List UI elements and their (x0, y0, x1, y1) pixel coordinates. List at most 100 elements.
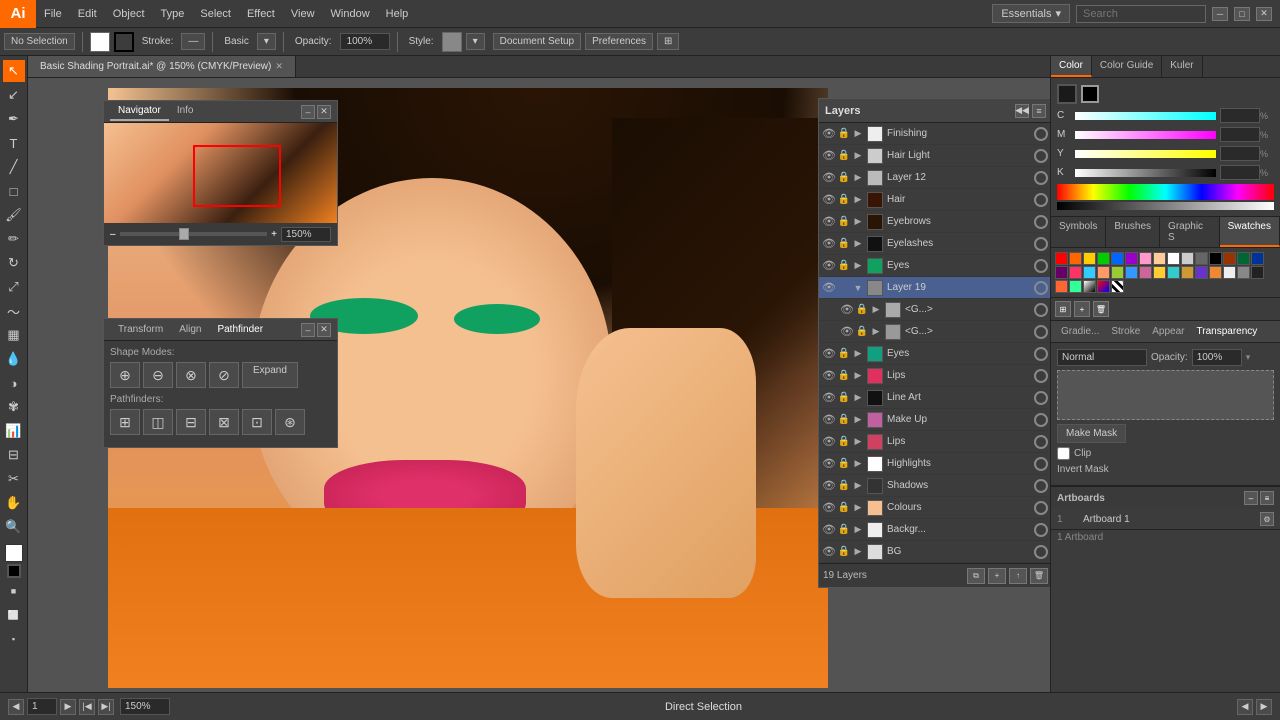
layer-expand-g2[interactable]: ▶ (869, 326, 883, 337)
stroke-value[interactable]: — (181, 33, 205, 50)
layer-target-layer12[interactable] (1034, 171, 1048, 185)
layer-expand-hairlight[interactable]: ▶ (851, 150, 865, 161)
tab-kuler[interactable]: Kuler (1162, 56, 1202, 77)
layer-expand-lips2[interactable]: ▶ (851, 436, 865, 447)
layer-vis-shadows[interactable]: 👁 (821, 479, 837, 492)
paint-brush-tool[interactable]: 🖌 (3, 204, 25, 226)
select-tool[interactable]: ↖ (3, 60, 25, 82)
layer-lock-makeup[interactable]: 🔒 (837, 414, 851, 425)
layer-expand-shadows[interactable]: ▶ (851, 480, 865, 491)
tab-brushes[interactable]: Brushes (1106, 217, 1160, 247)
zoom-slider-handle[interactable] (179, 228, 189, 240)
layer-row-lips[interactable]: 👁 🔒 ▶ Lips (819, 365, 1050, 387)
layer-target-lips[interactable] (1034, 369, 1048, 383)
arrange-button[interactable]: ⊞ (657, 33, 679, 50)
layer-lock-eyes[interactable]: 🔒 (837, 260, 851, 271)
c-slider[interactable] (1075, 112, 1216, 120)
tab-appear[interactable]: Appear (1146, 323, 1190, 340)
swatch-nearblack[interactable] (1251, 266, 1264, 279)
clip-checkbox[interactable] (1057, 447, 1070, 460)
stroke-color-swatch[interactable] (1081, 85, 1099, 103)
swatch-green[interactable] (1097, 252, 1110, 265)
layer-vis-lineart[interactable]: 👁 (821, 391, 837, 404)
menu-select[interactable]: Select (192, 0, 239, 27)
color-mode[interactable]: ■ (3, 580, 25, 602)
swatch-amber[interactable] (1181, 266, 1194, 279)
layer-row-lips2[interactable]: 👁 🔒 ▶ Lips (819, 431, 1050, 453)
layer-target-finishing[interactable] (1034, 127, 1048, 141)
screen-mode-2[interactable]: ▪ (3, 628, 25, 650)
line-tool[interactable]: ╱ (3, 156, 25, 178)
swatch-red[interactable] (1055, 252, 1068, 265)
tab-transform[interactable]: Transform (110, 321, 171, 338)
swatch-pink[interactable] (1139, 252, 1152, 265)
layer-expand-eyebrows[interactable]: ▶ (851, 216, 865, 227)
layer-expand-colours[interactable]: ▶ (851, 502, 865, 513)
layer-vis-g1[interactable]: 👁 (839, 303, 855, 316)
layer-target-colours[interactable] (1034, 501, 1048, 515)
tab-navigator[interactable]: Navigator (110, 102, 169, 121)
swatch-skyblue[interactable] (1125, 266, 1138, 279)
layer-vis-layer19[interactable]: 👁 (821, 281, 837, 294)
layer-vis-makeup[interactable]: 👁 (821, 413, 837, 426)
delete-layer-button[interactable]: 🗑 (1030, 568, 1048, 584)
m-input[interactable] (1220, 127, 1260, 142)
zoom-input[interactable] (281, 227, 331, 242)
swatch-gray[interactable] (1237, 266, 1250, 279)
swatch-offwhite[interactable] (1223, 266, 1236, 279)
scale-tool[interactable]: ⤢ (3, 276, 25, 298)
layer-expand-bg[interactable]: ▶ (851, 546, 865, 557)
unite-button[interactable]: ⊕ (110, 362, 140, 388)
layer-row-layer19[interactable]: 👁 ▼ Layer 19 (819, 277, 1050, 299)
last-page-button[interactable]: ▶| (98, 699, 114, 715)
zoom-tool[interactable]: 🔍 (3, 516, 25, 538)
tab-pathfinder[interactable]: Pathfinder (209, 321, 271, 338)
layers-menu-button[interactable]: ≡ (1032, 104, 1046, 118)
swatch-gold[interactable] (1153, 266, 1166, 279)
exclude-button[interactable]: ⊘ (209, 362, 239, 388)
symbol-tool[interactable]: ✾ (3, 396, 25, 418)
layer-vis-lips2[interactable]: 👁 (821, 435, 837, 448)
canvas-content[interactable]: Navigator Info – ✕ – (28, 78, 1050, 692)
swatch-lime[interactable] (1111, 266, 1124, 279)
layer-lock-lineart[interactable]: 🔒 (837, 392, 851, 403)
layer-expand-layer19[interactable]: ▼ (851, 283, 865, 293)
trim-button[interactable]: ◫ (143, 409, 173, 435)
layer-target-highlights[interactable] (1034, 457, 1048, 471)
tab-color[interactable]: Color (1051, 56, 1092, 77)
layer-expand-highlights[interactable]: ▶ (851, 458, 865, 469)
swatch-navy[interactable] (1251, 252, 1264, 265)
close-button[interactable]: ✕ (1256, 7, 1272, 21)
minus-back-button[interactable]: ⊛ (275, 409, 305, 435)
tab-symbols[interactable]: Symbols (1051, 217, 1106, 247)
shape-tool[interactable]: □ (3, 180, 25, 202)
layer-expand-g1[interactable]: ▶ (869, 304, 883, 315)
prev-page-button[interactable]: ◀ (8, 699, 24, 715)
stroke-indicator[interactable] (114, 32, 134, 52)
swatch-darkgreen[interactable] (1237, 252, 1250, 265)
swatch-rose[interactable] (1139, 266, 1152, 279)
layer-expand-hair[interactable]: ▶ (851, 194, 865, 205)
layer-target-eyes[interactable] (1034, 259, 1048, 273)
layer-row-colours[interactable]: 👁 🔒 ▶ Colours (819, 497, 1050, 519)
stroke-color[interactable] (7, 564, 21, 578)
type-tool[interactable]: T (3, 132, 25, 154)
layer-row-lineart[interactable]: 👁 🔒 ▶ Line Art (819, 387, 1050, 409)
next-page-button[interactable]: ▶ (60, 699, 76, 715)
minus-front-button[interactable]: ⊖ (143, 362, 173, 388)
layer-target-eyes2[interactable] (1034, 347, 1048, 361)
layer-vis-eyes2[interactable]: 👁 (821, 347, 837, 360)
layer-lock-shadows[interactable]: 🔒 (837, 480, 851, 491)
layer-target-eyelashes[interactable] (1034, 237, 1048, 251)
direct-select-tool[interactable]: ↙ (3, 84, 25, 106)
swatch-darkpurple[interactable] (1055, 266, 1068, 279)
maximize-button[interactable]: □ (1234, 7, 1250, 21)
make-mask-button[interactable]: Make Mask (1057, 424, 1126, 443)
artboard-settings-icon[interactable]: ⚙ (1260, 512, 1274, 526)
gray-spectrum[interactable] (1057, 202, 1274, 210)
tab-stroke[interactable]: Stroke (1105, 323, 1146, 340)
layer-lock-backgr[interactable]: 🔒 (837, 524, 851, 535)
layer-lock-hair[interactable]: 🔒 (837, 194, 851, 205)
layer-expand-finishing[interactable]: ▶ (851, 128, 865, 139)
screen-mode[interactable]: ⬜ (3, 604, 25, 626)
